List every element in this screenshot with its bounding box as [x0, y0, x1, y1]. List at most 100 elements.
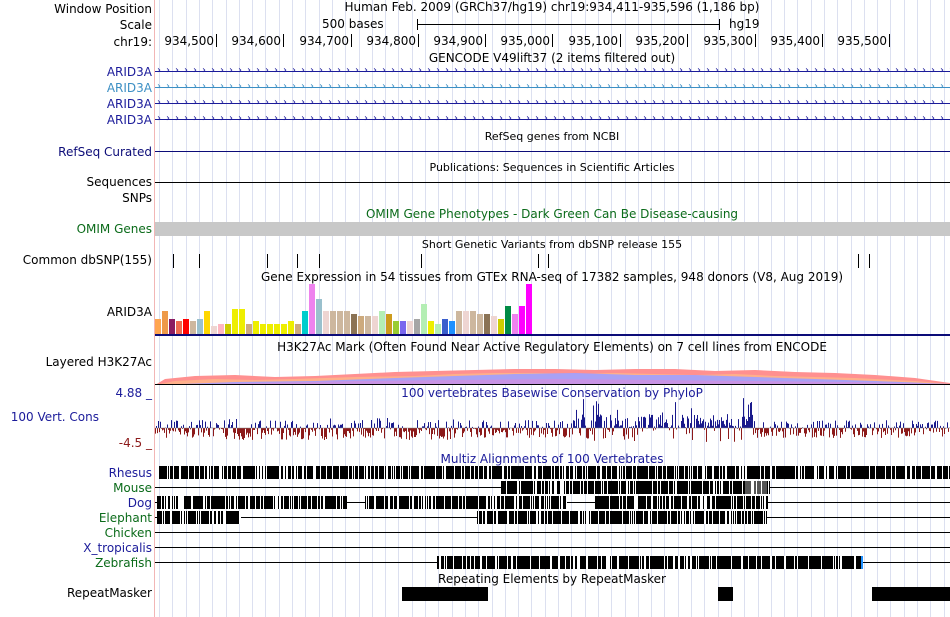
snp-variant[interactable] [548, 254, 549, 268]
gtex-tissue-bar[interactable] [498, 319, 504, 334]
snp-variant[interactable] [869, 254, 870, 268]
gtex-tissue-bar[interactable] [470, 311, 476, 334]
gtex-tissue-bar[interactable] [316, 299, 322, 334]
track-image[interactable]: Human Feb. 2009 (GRCh37/hg19) chr19:934,… [155, 0, 950, 617]
gtex-tissue-bar[interactable] [190, 321, 196, 334]
species-label-rhesus[interactable]: Rhesus [109, 466, 152, 480]
gtex-tissue-bar[interactable] [197, 319, 203, 334]
publications-sequence-line[interactable] [155, 182, 950, 183]
gtex-tissue-bar[interactable] [260, 324, 266, 334]
strand-chevron: › [688, 81, 692, 92]
gtex-tissue-bar[interactable] [505, 306, 511, 334]
gtex-tissue-bar[interactable] [435, 324, 441, 334]
gtex-tissue-bar[interactable] [463, 311, 469, 334]
gtex-tissue-bar[interactable] [176, 321, 182, 334]
repeat-element[interactable] [718, 587, 733, 601]
strand-chevron: › [382, 65, 386, 76]
gtex-tissue-bar[interactable] [183, 319, 189, 334]
gtex-tissue-bar[interactable] [267, 324, 273, 334]
dbsnp-label[interactable]: Common dbSNP(155) [23, 253, 152, 267]
omim-label[interactable]: OMIM Genes [77, 222, 152, 236]
gtex-tissue-bar[interactable] [288, 321, 294, 334]
gtex-tissue-bar[interactable] [428, 321, 434, 334]
snp-variant[interactable] [173, 254, 174, 268]
gtex-tissue-bar[interactable] [519, 306, 525, 334]
gencode-item-label[interactable]: ARID3A [107, 81, 152, 95]
gtex-tissue-bar[interactable] [211, 326, 217, 334]
gtex-tissue-bar[interactable] [155, 319, 161, 334]
gtex-tissue-bar[interactable] [344, 311, 350, 334]
gtex-tissue-bar[interactable] [421, 304, 427, 334]
gtex-gene-label[interactable]: ARID3A [107, 305, 152, 319]
gtex-tissue-bar[interactable] [330, 311, 336, 334]
snp-variant[interactable] [538, 254, 539, 268]
gtex-tissue-bar[interactable] [302, 311, 308, 334]
gtex-tissue-bar[interactable] [386, 314, 392, 334]
gtex-tissue-bar[interactable] [414, 319, 420, 334]
gtex-tissue-bar[interactable] [337, 311, 343, 334]
gtex-tissue-bar[interactable] [162, 311, 168, 334]
gtex-tissue-bar[interactable] [407, 321, 413, 334]
phylop-label[interactable]: 100 Vert. Cons [11, 410, 99, 424]
gtex-tissue-bar[interactable] [218, 324, 224, 334]
snp-variant[interactable] [199, 254, 200, 268]
gtex-tissue-bar[interactable] [358, 316, 364, 334]
phylop-conservation-chart[interactable] [155, 388, 950, 452]
gtex-tissue-bar[interactable] [351, 314, 357, 334]
repeat-element[interactable] [872, 587, 950, 601]
species-label-chicken[interactable]: Chicken [105, 526, 152, 540]
species-label-elephant[interactable]: Elephant [99, 511, 152, 525]
gtex-tissue-bar[interactable] [323, 311, 329, 334]
gtex-tissue-bar[interactable] [253, 321, 259, 334]
gtex-tissue-bar[interactable] [274, 324, 280, 334]
gtex-tissue-bar[interactable] [393, 321, 399, 334]
publications-snps-label[interactable]: SNPs [122, 191, 152, 205]
h3k27ac-signal-chart[interactable] [155, 355, 950, 385]
gtex-tissue-bar[interactable] [442, 319, 448, 334]
gtex-tissue-bar[interactable] [239, 309, 245, 334]
gtex-tissue-bar[interactable] [281, 324, 287, 334]
gtex-tissue-bar[interactable] [484, 314, 490, 334]
repeatmasker-label[interactable]: RepeatMasker [67, 586, 152, 600]
gtex-tissue-bar[interactable] [456, 311, 462, 334]
gtex-tissue-bars[interactable] [155, 284, 950, 334]
gtex-tissue-bar[interactable] [449, 321, 455, 334]
omim-gene-bar[interactable] [155, 222, 950, 236]
gtex-tissue-bar[interactable] [309, 284, 315, 334]
gtex-tissue-bar[interactable] [477, 314, 483, 334]
species-label-mouse[interactable]: Mouse [113, 481, 152, 495]
gtex-tissue-bar[interactable] [372, 316, 378, 334]
repeat-element[interactable] [402, 587, 488, 601]
refseq-gene-line[interactable] [155, 151, 950, 152]
gtex-tissue-bar[interactable] [491, 316, 497, 334]
gencode-item-label[interactable]: ARID3A [107, 65, 152, 79]
snp-variant[interactable] [858, 254, 859, 268]
gtex-tissue-bar[interactable] [232, 309, 238, 334]
strand-chevron: › [616, 97, 620, 108]
species-label-dog[interactable]: Dog [128, 496, 152, 510]
strand-chevron: › [787, 113, 791, 124]
snp-variant[interactable] [297, 254, 298, 268]
strand-chevron: › [256, 81, 260, 92]
gtex-tissue-bar[interactable] [169, 319, 175, 334]
species-label-xtropicalis[interactable]: X_tropicalis [83, 541, 152, 555]
gtex-tissue-bar[interactable] [295, 324, 301, 334]
gtex-tissue-bar[interactable] [246, 324, 252, 334]
snp-variant[interactable] [267, 254, 268, 268]
strand-chevron: › [778, 97, 782, 108]
gtex-tissue-bar[interactable] [512, 314, 518, 334]
h3k27ac-label[interactable]: Layered H3K27Ac [46, 355, 152, 369]
gencode-item-label[interactable]: ARID3A [107, 97, 152, 111]
gtex-tissue-bar[interactable] [400, 321, 406, 334]
snp-variant[interactable] [319, 254, 320, 268]
gtex-tissue-bar[interactable] [204, 311, 210, 334]
refseq-label[interactable]: RefSeq Curated [58, 145, 152, 159]
species-label-zebrafish[interactable]: Zebrafish [95, 556, 152, 570]
gtex-tissue-bar[interactable] [365, 316, 371, 334]
publications-sequences-label[interactable]: Sequences [87, 175, 152, 189]
gtex-tissue-bar[interactable] [526, 284, 532, 334]
gencode-item-label[interactable]: ARID3A [107, 113, 152, 127]
snp-variant[interactable] [421, 254, 422, 268]
gtex-tissue-bar[interactable] [225, 324, 231, 334]
gtex-tissue-bar[interactable] [379, 311, 385, 334]
